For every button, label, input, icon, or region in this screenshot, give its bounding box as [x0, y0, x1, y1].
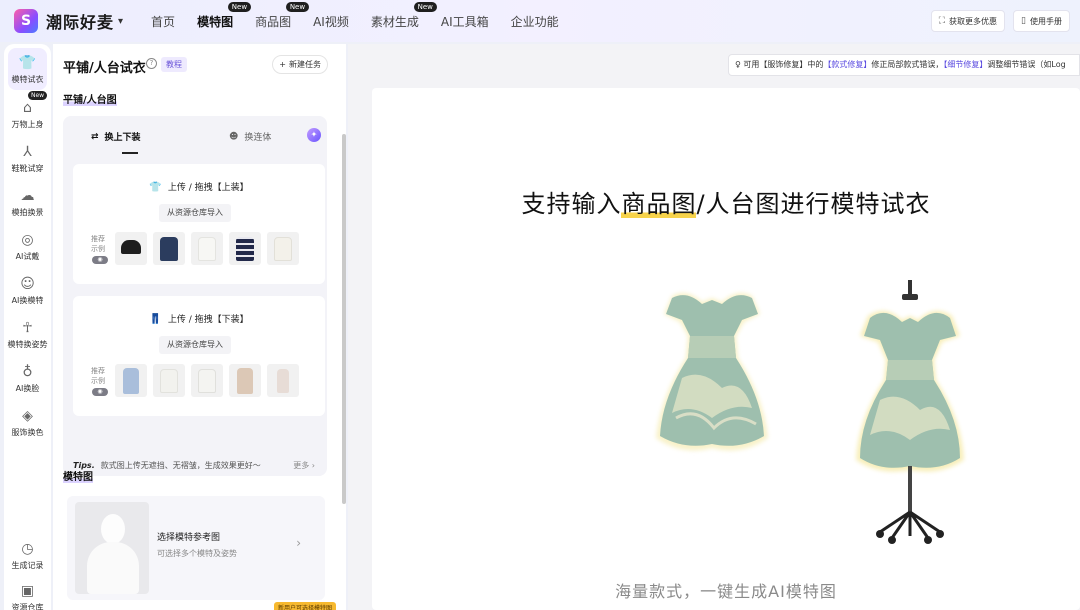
preview-canvas: 支持输入商品图/人台图进行模特试衣 海量款式，一键生成AI模特图: [372, 88, 1080, 610]
example-thumb[interactable]: [115, 232, 147, 265]
plus-icon: +: [279, 60, 286, 69]
sparkle-icon[interactable]: ✦: [307, 128, 321, 142]
folder-icon: ▣: [20, 583, 35, 599]
shoe-icon: ⅄: [23, 144, 32, 160]
app-logo[interactable]: S: [14, 9, 38, 33]
mannequin-dress-image: [856, 280, 964, 544]
new-badge: New: [227, 1, 252, 12]
upload-top-title[interactable]: 👕 上传 / 拖拽【上装】: [73, 180, 325, 193]
upload-bottom-title[interactable]: 👖 上传 / 拖拽【下装】: [73, 312, 325, 325]
example-thumb[interactable]: [229, 232, 261, 265]
new-badge: New: [285, 1, 310, 12]
bulb-icon: ♀: [735, 60, 741, 69]
clock-icon: ◷: [21, 541, 34, 557]
upload-top-card[interactable]: 👕 上传 / 拖拽【上装】 从资源仓库导入 推荐示例 ◉: [73, 164, 325, 284]
eye-icon[interactable]: ◉: [92, 256, 108, 264]
nav-material-gen[interactable]: 素材生成 New: [371, 1, 437, 30]
tutorial-tag[interactable]: 教程: [161, 57, 187, 72]
sidebar-item-everything-on[interactable]: New ⌂ 万物上身: [4, 91, 51, 130]
main-canvas-area: ♀ 可用【服饰修复】中的【款式修复】修正局部款式错误，【细节修复】调整细节错误（…: [348, 44, 1080, 610]
example-thumb[interactable]: [229, 364, 261, 397]
tryon-panel: 平铺/人台试衣 ? 教程 + 新建任务 平铺/人台图 ⇄ 换上下装 ☻ 换连体 ✦ 👕…: [53, 44, 346, 610]
repair-tip-notice: ♀ 可用【服饰修复】中的【款式修复】修正局部款式错误，【细节修复】调整细节错误（…: [728, 54, 1080, 76]
ring-icon: ◎: [21, 232, 34, 248]
shirt-icon: 👕: [18, 55, 37, 71]
tool-sidebar: 👕 模特试衣 New ⌂ 万物上身 ⅄ 鞋靴试穿 ☁ 模拍换景 ◎ AI试戴 ☺ AI换模特…: [4, 44, 51, 610]
sidebar-item-color-swap[interactable]: ◈ 服饰换色: [4, 407, 51, 438]
detail-repair-link[interactable]: 【细节修复】: [943, 60, 987, 69]
nav-product-image[interactable]: 商品图 New: [255, 1, 310, 30]
tab-onepiece[interactable]: ☻ 换连体: [229, 130, 271, 144]
new-badge: New: [413, 1, 437, 12]
flat-dress-image: [656, 293, 768, 451]
top-navbar: S 潮际好麦 ▾ 首页 模特图 New 商品图 New AI视频 素材生成 New A…: [0, 0, 1080, 42]
paint-bucket-icon: ◈: [22, 408, 33, 424]
book-icon: ▯: [1021, 16, 1026, 26]
sidebar-item-face-swap[interactable]: ♁ AI换脸: [4, 363, 51, 394]
nav-enterprise[interactable]: 企业功能: [511, 13, 559, 30]
new-task-button[interactable]: + 新建任务: [272, 55, 328, 74]
chevron-right-icon[interactable]: ›: [296, 536, 301, 550]
main-nav: 首页 模特图 New 商品图 New AI视频 素材生成 New AI工具箱 企业功能: [151, 0, 581, 42]
sidebar-item-model-tryon[interactable]: 👕 模特试衣: [4, 54, 51, 85]
person-icon: ☻: [229, 131, 239, 142]
sidebar-item-scene-swap[interactable]: ☁ 模拍换景: [4, 187, 51, 218]
sidebar-item-shoe-tryon[interactable]: ⅄ 鞋靴试穿: [4, 143, 51, 174]
select-model-subtitle: 可选择多个模特及姿势: [157, 549, 237, 558]
example-thumb[interactable]: [153, 364, 185, 397]
nav-ai-video[interactable]: AI视频: [313, 13, 349, 30]
sidebar-item-history[interactable]: ◷ 生成记录: [4, 540, 51, 571]
style-repair-link[interactable]: 【款式修复】: [823, 60, 871, 69]
promo-tag: 新用户可选择模特图: [274, 602, 337, 610]
eye-icon[interactable]: ◉: [92, 388, 108, 396]
select-model-card[interactable]: 选择模特参考图 可选择多个模特及姿势 ›: [67, 496, 325, 600]
hanger-icon: ⌂: [23, 100, 32, 116]
panel-scrollbar[interactable]: [342, 134, 346, 504]
recommended-examples-label: 推荐示例: [91, 367, 105, 385]
tab-top-bottom[interactable]: ⇄ 换上下装: [91, 130, 141, 144]
section-title-flat: 平铺/人台图: [63, 95, 117, 106]
preview-headline: 支持输入商品图/人台图进行模特试衣: [521, 190, 931, 218]
panel-title: 平铺/人台试衣: [63, 61, 146, 76]
nav-home[interactable]: 首页: [151, 13, 175, 30]
face-icon: ♁: [22, 364, 33, 380]
swap-icon: ⇄: [91, 131, 99, 142]
new-badge: New: [28, 91, 48, 100]
garment-tabs-box: ⇄ 换上下装 ☻ 换连体 ✦ 👕 上传 / 拖拽【上装】 从资源仓库导入 推荐示例 ◉…: [63, 116, 327, 476]
example-thumb[interactable]: [191, 232, 223, 265]
sidebar-item-pose-swap[interactable]: ☥ 模特换姿势: [4, 319, 51, 350]
import-from-library-button[interactable]: 从资源仓库导入: [159, 336, 231, 354]
get-discount-button[interactable]: ⛶ 获取更多优惠: [930, 10, 1006, 32]
example-thumb[interactable]: [153, 232, 185, 265]
example-thumb[interactable]: [267, 364, 299, 397]
help-icon[interactable]: ?: [146, 58, 157, 69]
example-thumb[interactable]: [267, 232, 299, 265]
nav-ai-toolbox[interactable]: AI工具箱: [441, 13, 489, 30]
sidebar-item-resource-library[interactable]: ▣ 资源仓库: [4, 582, 51, 610]
preview-subline: 海量款式，一键生成AI模特图: [615, 582, 837, 601]
brand-name[interactable]: 潮际好麦: [46, 9, 114, 33]
active-tab-indicator: [122, 152, 138, 154]
pose-icon: ☥: [22, 320, 33, 336]
example-thumb[interactable]: [191, 364, 223, 397]
sidebar-item-ai-wear[interactable]: ◎ AI试戴: [4, 231, 51, 262]
select-model-title: 选择模特参考图: [157, 533, 221, 543]
upload-bottom-card[interactable]: 👖 上传 / 拖拽【下装】 从资源仓库导入 推荐示例 ◉: [73, 296, 325, 416]
scan-icon: ⛶: [938, 16, 946, 26]
shirt-icon: 👕: [149, 182, 162, 193]
section-title-model: 模特图: [63, 472, 93, 483]
sidebar-item-ai-model-swap[interactable]: ☺ AI换模特: [4, 275, 51, 306]
chevron-down-icon[interactable]: ▾: [118, 16, 123, 27]
person-icon: ☺: [20, 276, 35, 292]
recommended-examples-label: 推荐示例: [91, 235, 105, 253]
nav-model-image[interactable]: 模特图 New: [197, 1, 252, 30]
more-link[interactable]: 更多 ›: [293, 460, 315, 471]
user-manual-button[interactable]: ▯ 使用手册: [1013, 10, 1070, 32]
scene-icon: ☁: [20, 188, 35, 204]
import-from-library-button[interactable]: 从资源仓库导入: [159, 204, 231, 222]
pants-icon: 👖: [149, 314, 162, 325]
mannequin-image: [75, 502, 149, 594]
example-thumb[interactable]: [115, 364, 147, 397]
